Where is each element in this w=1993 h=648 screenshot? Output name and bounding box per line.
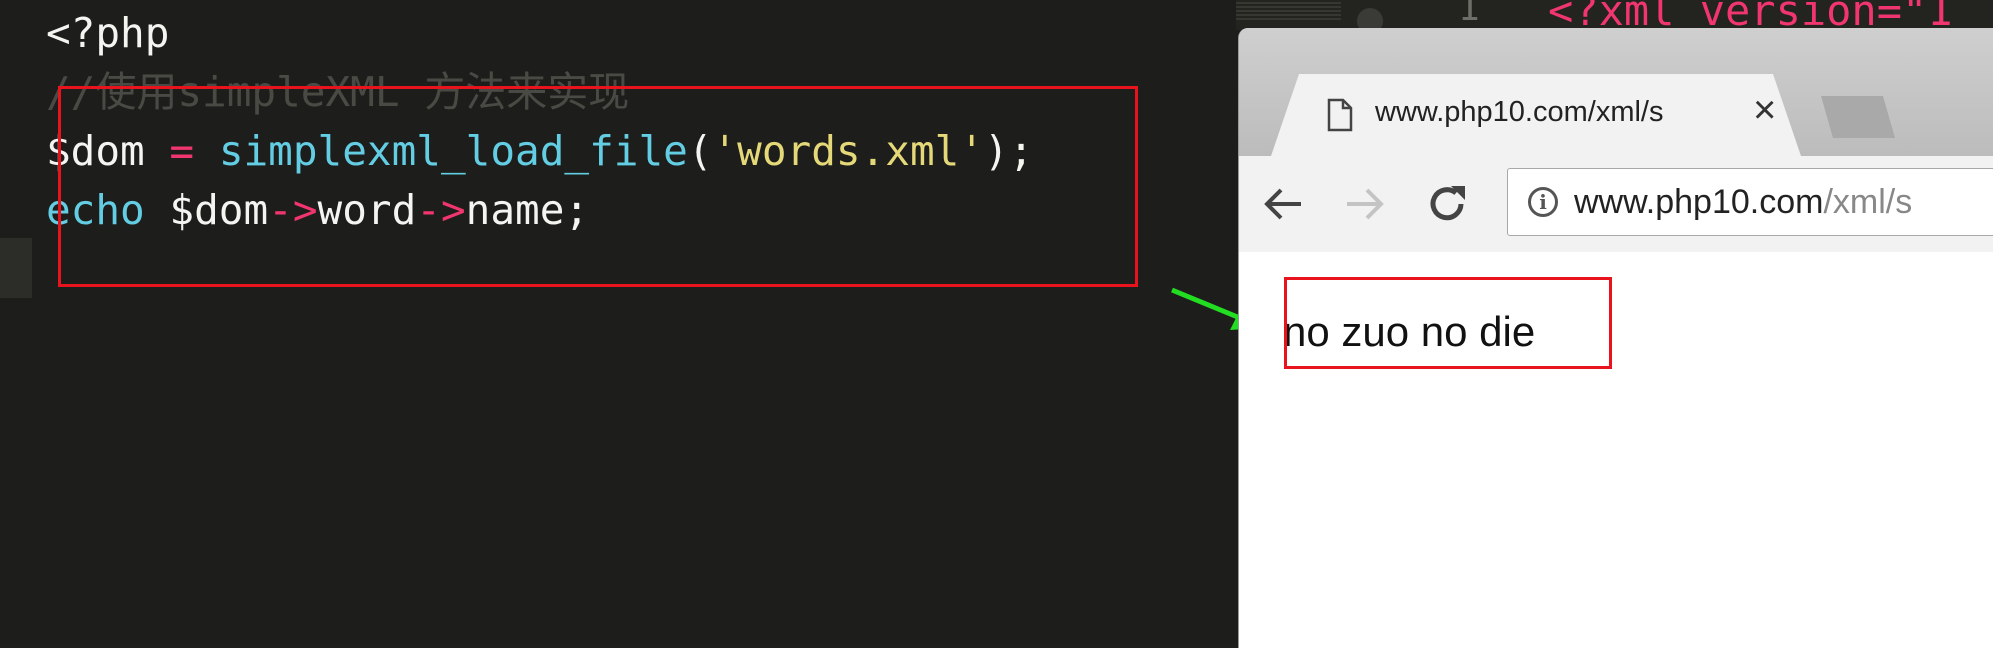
browser-toolbar: i www.php10.com/xml/s — [1239, 156, 1993, 253]
back-arrow-icon[interactable] — [1261, 182, 1305, 226]
reload-icon[interactable] — [1425, 182, 1469, 226]
forward-arrow-icon[interactable] — [1343, 182, 1387, 226]
background-gutter-number: 1 — [1458, 0, 1480, 29]
url-host: www.php10.com — [1574, 183, 1824, 221]
page-icon — [1327, 98, 1353, 132]
code-highlight-box — [58, 86, 1138, 287]
code-token: <?php — [46, 9, 170, 57]
address-bar[interactable]: i www.php10.com/xml/s — [1507, 168, 1993, 236]
output-highlight-box — [1284, 277, 1612, 369]
info-icon[interactable]: i — [1528, 187, 1558, 217]
tab-title: www.php10.com/xml/s — [1375, 96, 1664, 128]
current-line-marker — [0, 238, 32, 298]
code-editor[interactable]: <?php//使用simpleXML 方法来实现 $dom = simplexml… — [0, 0, 1240, 642]
url-path: /xml/s — [1823, 183, 1913, 221]
new-tab-button[interactable] — [1821, 96, 1895, 138]
code-line[interactable]: <?php — [46, 4, 1033, 63]
tab-bar: www.php10.com/xml/s × — [1239, 28, 1993, 156]
minimap — [1236, 2, 1341, 22]
url-text[interactable]: www.php10.com/xml/s — [1574, 183, 1912, 222]
close-icon[interactable]: × — [1753, 90, 1776, 130]
